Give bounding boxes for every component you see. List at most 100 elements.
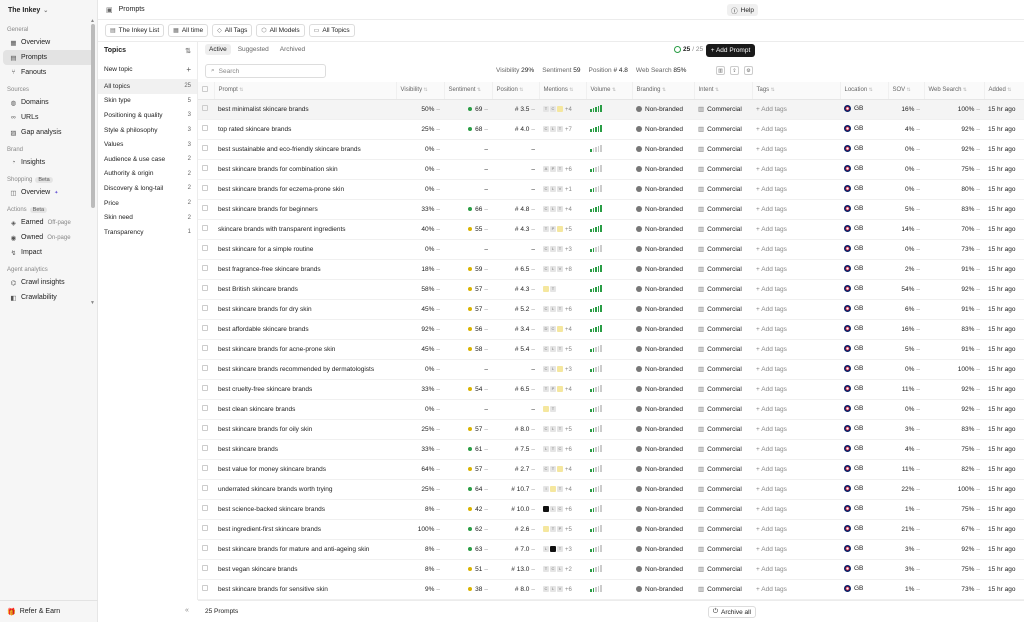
table-row[interactable]: skincare brands with transparent ingredi… [198, 219, 1024, 240]
table-row[interactable]: best sustainable and eco-friendly skinca… [198, 139, 1024, 160]
add-tags-button[interactable]: + Add tags [756, 186, 787, 193]
table-row[interactable]: best science-backed skincare brands 8% –42… [198, 499, 1024, 520]
row-checkbox[interactable] [202, 485, 208, 491]
add-tags-button[interactable]: + Add tags [756, 246, 787, 253]
sort-icon[interactable]: ⇅ [185, 47, 191, 55]
table-row[interactable]: best ingredient-first skincare brands 100… [198, 519, 1024, 540]
sidebar-item-overview[interactable]: ▦ Overview [3, 35, 94, 50]
column-header-visibility[interactable]: Visibility ⇅ [396, 82, 445, 100]
add-tags-button[interactable]: + Add tags [756, 326, 787, 333]
table-row[interactable]: best skincare brands for eczema-prone sk… [198, 179, 1024, 200]
export-icon[interactable]: ⇪ [730, 66, 739, 75]
row-checkbox[interactable] [202, 465, 208, 471]
topic-item[interactable]: Discovery & long-tail 2 [98, 181, 197, 196]
add-tags-button[interactable]: + Add tags [756, 226, 787, 233]
table-row[interactable]: best skincare brands for dry skin 45% –57–… [198, 299, 1024, 320]
column-header-mentions[interactable]: Mentions ⇅ [539, 82, 587, 100]
table-row[interactable]: best cruelty-free skincare brands 33% –54–… [198, 379, 1024, 400]
column-header-sentiment[interactable]: Sentiment ⇅ [444, 82, 493, 100]
sidebar-item-gap-analysis[interactable]: ▨ Gap analysis [3, 125, 94, 140]
add-tags-button[interactable]: + Add tags [756, 306, 787, 313]
topic-item[interactable]: All topics 25 [98, 79, 197, 94]
add-tags-button[interactable]: + Add tags [756, 106, 787, 113]
row-checkbox[interactable] [202, 445, 208, 451]
table-row[interactable]: best skincare brands 33% –61– # 7.5– L T C +6 No… [198, 439, 1024, 460]
table-row[interactable]: best skincare brands for oily skin 25% –57… [198, 419, 1024, 440]
topic-item[interactable]: Audience & use case 2 [98, 152, 197, 167]
filter-all-tags[interactable]: ◇ All Tags [212, 24, 253, 37]
topic-item[interactable]: Skin need 2 [98, 210, 197, 225]
search-input[interactable]: ⌕ Search [205, 64, 326, 78]
table-row[interactable]: best skincare brands for beginners 33% –66… [198, 199, 1024, 220]
table-row[interactable]: top rated skincare brands 25% –68– # 4.0– C L… [198, 119, 1024, 140]
workspace-switcher[interactable]: The Inkey ⌄ [0, 0, 97, 20]
topic-item[interactable]: Skin type 5 [98, 94, 197, 109]
table-row[interactable]: best skincare brands for mature and anti… [198, 539, 1024, 560]
table-row[interactable]: best affordable skincare brands 92% –56– # … [198, 319, 1024, 340]
row-checkbox[interactable] [202, 525, 208, 531]
table-row[interactable]: best skincare brands for acne-prone skin… [198, 339, 1024, 360]
topic-item[interactable]: Values 3 [98, 137, 197, 152]
column-header-branding[interactable]: Branding ⇅ [632, 82, 695, 100]
topic-item[interactable]: Positioning & quality 3 [98, 108, 197, 123]
row-checkbox[interactable] [202, 425, 208, 431]
add-tags-button[interactable]: + Add tags [756, 266, 787, 273]
add-tags-button[interactable]: + Add tags [756, 166, 787, 173]
tab-suggested[interactable]: Suggested [234, 44, 273, 55]
settings-icon[interactable]: ⚙ [744, 66, 753, 75]
table-row[interactable]: best value for money skincare brands 64% –… [198, 459, 1024, 480]
row-checkbox[interactable] [202, 405, 208, 411]
new-topic-button[interactable]: New topic + [98, 59, 197, 79]
row-checkbox[interactable] [202, 385, 208, 391]
column-header-location[interactable]: Location ⇅ [840, 82, 889, 100]
archive-all-button[interactable]: ⏻ Archive all [707, 606, 756, 618]
add-tags-button[interactable]: + Add tags [756, 486, 787, 493]
select-all-checkbox[interactable] [202, 86, 208, 93]
row-checkbox[interactable] [202, 245, 208, 251]
sidebar-item-crawl-insights[interactable]: ⌬ Crawl insights [3, 275, 94, 290]
column-header-added[interactable]: Added ⇅ [984, 82, 1024, 100]
sidebar-item-domains[interactable]: ◍ Domains [3, 95, 94, 110]
add-tags-button[interactable]: + Add tags [756, 406, 787, 413]
row-checkbox[interactable] [202, 285, 208, 291]
row-checkbox[interactable] [202, 365, 208, 371]
add-tags-button[interactable]: + Add tags [756, 446, 787, 453]
row-checkbox[interactable] [202, 105, 208, 111]
add-tags-button[interactable]: + Add tags [756, 126, 787, 133]
table-row[interactable]: best skincare brands for sensitive skin 9… [198, 579, 1024, 600]
filter-all-topics[interactable]: ▭ All Topics [308, 24, 355, 37]
tab-archived[interactable]: Archived [276, 44, 309, 55]
topic-item[interactable]: Transparency 1 [98, 225, 197, 240]
sidebar-item-earned[interactable]: ◈ Earned Off-page [3, 215, 94, 230]
sidebar-item-urls[interactable]: ∞ URLs [3, 110, 94, 125]
add-tags-button[interactable]: + Add tags [756, 586, 787, 593]
column-header-sov[interactable]: SOV ⇅ [888, 82, 925, 100]
sidebar-item-fanouts[interactable]: ⑂ Fanouts [3, 65, 94, 80]
add-tags-button[interactable]: + Add tags [756, 206, 787, 213]
table-row[interactable]: underrated skincare brands worth trying 2… [198, 479, 1024, 500]
row-checkbox[interactable] [202, 225, 208, 231]
row-checkbox[interactable] [202, 145, 208, 151]
row-checkbox[interactable] [202, 505, 208, 511]
table-row[interactable]: best skincare for a simple routine 0% – – – C… [198, 239, 1024, 260]
row-checkbox[interactable] [202, 125, 208, 131]
add-tags-button[interactable]: + Add tags [756, 286, 787, 293]
sidebar-item-overview[interactable]: ◫ Overview ✦ [3, 185, 94, 200]
add-tags-button[interactable]: + Add tags [756, 506, 787, 513]
row-checkbox[interactable] [202, 165, 208, 171]
table-row[interactable]: best fragrance-free skincare brands 18% –5… [198, 259, 1024, 280]
topic-item[interactable]: Price 2 [98, 196, 197, 211]
table-row[interactable]: best skincare brands for combination ski… [198, 159, 1024, 180]
row-checkbox[interactable] [202, 265, 208, 271]
add-tags-button[interactable]: + Add tags [756, 386, 787, 393]
row-checkbox[interactable] [202, 305, 208, 311]
sidebar-item-impact[interactable]: ↯ Impact [3, 245, 94, 260]
sidebar-item-prompts[interactable]: ▤ Prompts [3, 50, 94, 65]
filter-the-inkey-list[interactable]: ▤ The Inkey List [105, 24, 165, 37]
add-tags-button[interactable]: + Add tags [756, 366, 787, 373]
scroll-down-icon[interactable]: ▼ [90, 300, 95, 306]
row-checkbox[interactable] [202, 325, 208, 331]
column-header-position[interactable]: Position ⇅ [492, 82, 540, 100]
column-header-intent[interactable]: Intent ⇅ [694, 82, 753, 100]
collapse-topics-icon[interactable]: « [185, 607, 189, 614]
